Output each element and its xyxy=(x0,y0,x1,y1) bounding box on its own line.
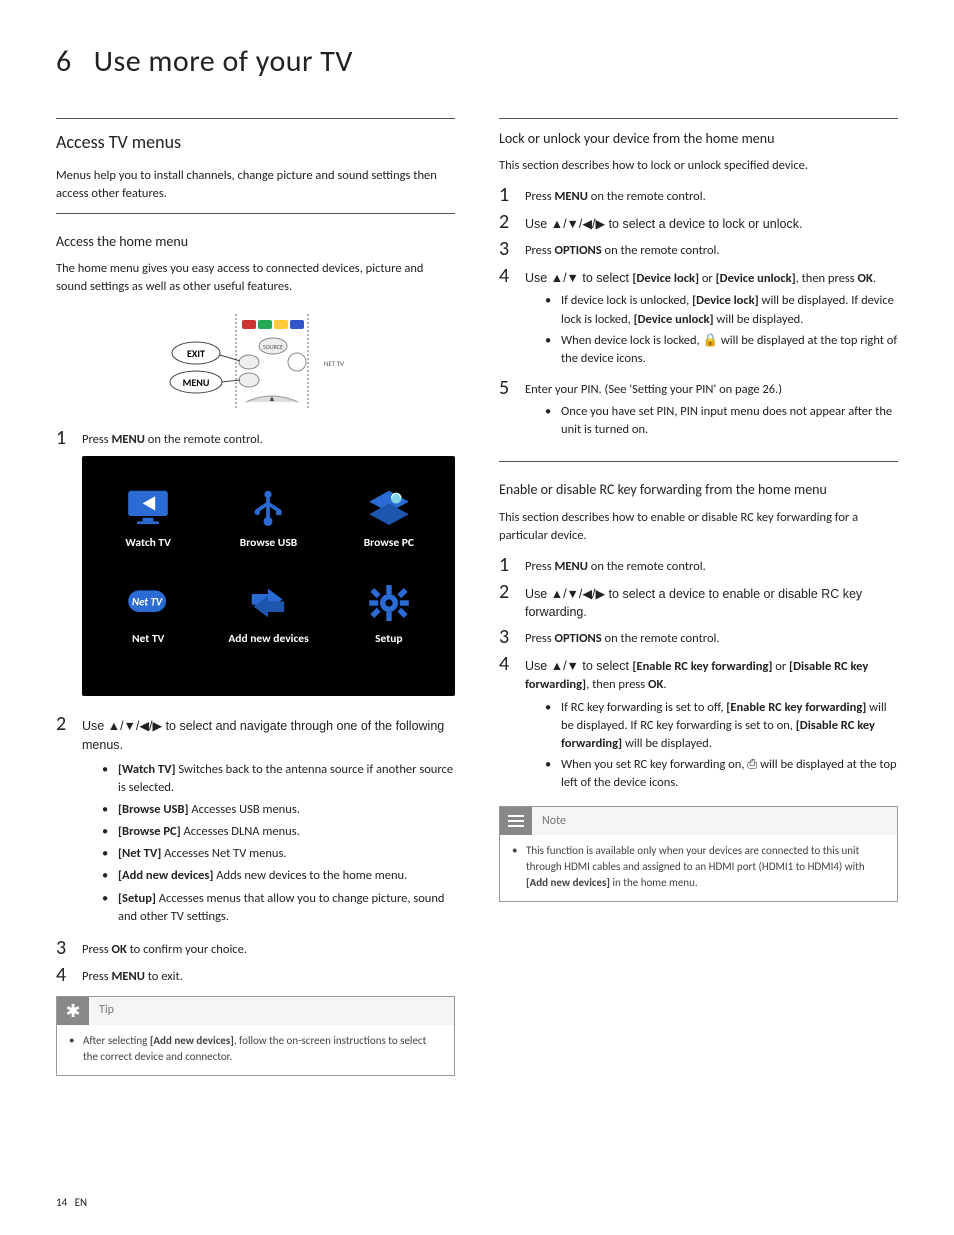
chapter-number: 6 xyxy=(56,43,72,80)
lock-sub-2: When device lock is locked, 🔒 will be di… xyxy=(545,332,898,368)
step-1: Press MENU on the remote control. Watch … xyxy=(82,428,455,707)
lock-step-4: Use ▲/▼ to select [Device lock] or [Devi… xyxy=(525,266,898,372)
opt-usb: [Browse USB] Accesses USB menus. xyxy=(102,801,455,819)
tile-label: Watch TV xyxy=(125,535,171,552)
home-menu-desc: The home menu gives you easy access to c… xyxy=(56,260,455,296)
rc-step-2: Use ▲/▼/◀/▶ to select a device to enable… xyxy=(525,582,898,621)
tile-label: Browse USB xyxy=(240,535,297,552)
page-lang: EN xyxy=(75,1196,87,1209)
step-number: 3 xyxy=(499,239,525,259)
rc-step-3: Press OPTIONS on the remote control. xyxy=(525,627,898,648)
tile-add-devices: Add new devices xyxy=(212,566,324,648)
lock-step-5: Enter your PIN. (See 'Setting your PIN' … xyxy=(525,378,898,443)
opt-pc: [Browse PC] Accesses DLNA menus. xyxy=(102,823,455,841)
tip-text: After selecting [Add new devices], follo… xyxy=(69,1033,442,1065)
left-column: Access TV menus Menus help you to instal… xyxy=(56,118,455,1076)
tile-setup: Setup xyxy=(333,566,445,648)
tip-callout: ✱ Tip After selecting [Add new devices],… xyxy=(56,996,455,1076)
exit-label: EXIT xyxy=(186,347,204,360)
page-footer: 14 EN xyxy=(56,1195,87,1211)
svg-text:▲: ▲ xyxy=(268,394,276,404)
section-access-tv-menus: Access TV menus xyxy=(56,129,455,155)
tip-icon: ✱ xyxy=(57,997,89,1025)
step-2: Use ▲/▼/◀/▶ to select and navigate throu… xyxy=(82,714,455,932)
step-number: 3 xyxy=(499,627,525,647)
subsection-access-home-menu: Access the home menu xyxy=(56,232,455,252)
rc-desc: This section describes how to enable or … xyxy=(499,509,898,545)
intro-text: Menus help you to install channels, chan… xyxy=(56,167,455,203)
lock-sub-pin: Once you have set PIN, PIN input menu do… xyxy=(545,403,898,439)
opt-watch: [Watch TV] Switches back to the antenna … xyxy=(102,761,455,797)
tile-browse-pc: Browse PC xyxy=(333,470,445,552)
lock-step-2: Use ▲/▼/◀/▶ to select a device to lock o… xyxy=(525,212,898,233)
svg-text:Net TV: Net TV xyxy=(132,596,163,609)
tip-label: Tip xyxy=(99,1002,114,1019)
tile-browse-usb: Browse USB xyxy=(212,470,324,552)
step-number: 3 xyxy=(56,938,82,958)
source-btn-label: SOURCE xyxy=(263,343,283,351)
home-menu-screenshot: Watch TV Browse USB Browse PC Net TV xyxy=(82,456,455,696)
rc-sub-2: When you set RC key forwarding on, ⎙ wil… xyxy=(545,756,898,792)
lock-desc: This section describes how to lock or un… xyxy=(499,157,898,175)
step-4: Press MENU to exit. xyxy=(82,965,455,986)
opt-add: [Add new devices] Adds new devices to th… xyxy=(102,867,455,885)
tile-watch-tv: Watch TV xyxy=(92,470,204,552)
note-callout: Note This function is available only whe… xyxy=(499,806,898,902)
page-number: 14 xyxy=(56,1196,67,1209)
note-text: This function is available only when you… xyxy=(512,843,885,891)
step-number: 4 xyxy=(499,654,525,674)
chapter-title: 6 Use more of your TV xyxy=(56,40,898,84)
rc-step-4: Use ▲/▼ to select [Enable RC key forward… xyxy=(525,654,898,796)
tile-label: Browse PC xyxy=(364,535,414,552)
lock-step-1: Press MENU on the remote control. xyxy=(525,185,898,206)
subsection-rc-forwarding: Enable or disable RC key forwarding from… xyxy=(499,480,898,500)
opt-net: [Net TV] Accesses Net TV menus. xyxy=(102,845,455,863)
tile-label: Add new devices xyxy=(228,631,308,648)
lock-sub-1: If device lock is unlocked, [Device lock… xyxy=(545,292,898,328)
step-number: 4 xyxy=(56,965,82,985)
tile-label: Setup xyxy=(375,631,402,648)
tile-label: Net TV xyxy=(132,631,164,648)
step-number: 4 xyxy=(499,266,525,286)
subsection-lock-device: Lock or unlock your device from the home… xyxy=(499,129,898,149)
step-number: 2 xyxy=(499,212,525,232)
remote-illustration: SOURCE ▲ EXIT MENU NET TV xyxy=(146,306,366,416)
rc-step-1: Press MENU on the remote control. xyxy=(525,555,898,576)
step-3: Press OK to confirm your choice. xyxy=(82,938,455,959)
step-number: 1 xyxy=(56,428,82,448)
step-number: 5 xyxy=(499,378,525,398)
step-number: 1 xyxy=(499,185,525,205)
step-number: 2 xyxy=(56,714,82,734)
tile-net-tv: Net TV Net TV xyxy=(92,566,204,648)
note-label: Note xyxy=(542,813,566,830)
step-number: 2 xyxy=(499,582,525,602)
right-column: Lock or unlock your device from the home… xyxy=(499,118,898,1076)
step-number: 1 xyxy=(499,555,525,575)
chapter-title-text: Use more of your TV xyxy=(94,43,353,80)
lock-step-3: Press OPTIONS on the remote control. xyxy=(525,239,898,260)
note-icon xyxy=(500,807,532,835)
opt-setup: [Setup] Accesses menus that allow you to… xyxy=(102,890,455,926)
menu-label: MENU xyxy=(182,376,209,389)
nettv-label: NET TV xyxy=(323,359,343,368)
rc-sub-1: If RC key forwarding is set to off, [Ena… xyxy=(545,699,898,753)
